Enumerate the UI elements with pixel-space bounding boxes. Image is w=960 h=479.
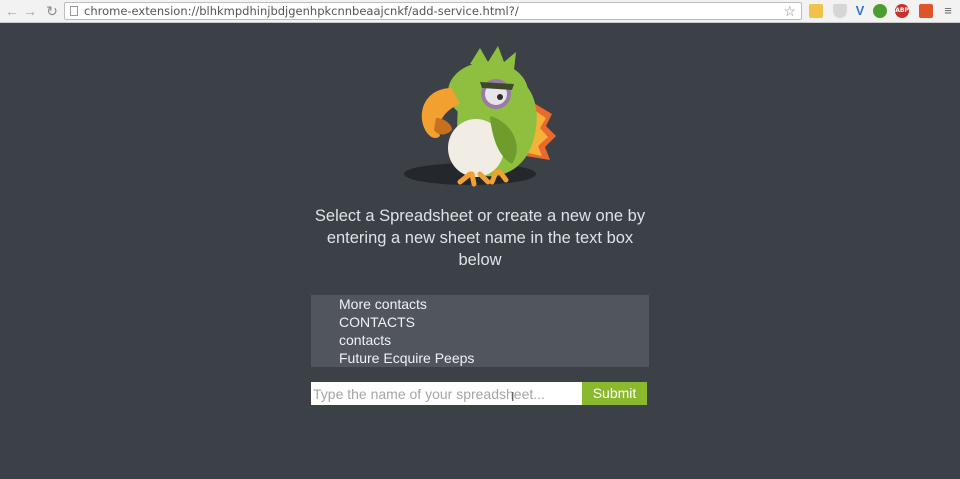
spreadsheet-option[interactable]: More contacts	[339, 295, 427, 313]
orange-extension-icon[interactable]	[919, 4, 933, 18]
text-cursor-icon: I	[511, 390, 515, 404]
folder-extension-icon[interactable]	[809, 4, 823, 18]
spreadsheet-option[interactable]: Future Ecquire Peeps	[339, 349, 474, 367]
shield-extension-icon[interactable]	[833, 4, 847, 18]
spreadsheet-option[interactable]: contacts	[339, 331, 391, 349]
parrot-mascot-icon	[404, 46, 556, 187]
instructions-text: Select a Spreadsheet or create a new one…	[314, 207, 646, 269]
back-arrow-icon[interactable]: ←	[4, 3, 20, 19]
forward-arrow-icon[interactable]: →	[22, 3, 38, 19]
bookmark-star-icon[interactable]: ☆	[783, 3, 796, 19]
bug-extension-icon[interactable]	[873, 4, 887, 18]
browser-toolbar: ← → ↻ chrome-extension://blhkmpdhinjbdjg…	[0, 0, 960, 23]
url-text[interactable]: chrome-extension://blhkmpdhinjbdjgenhpkc…	[84, 4, 519, 19]
submit-button[interactable]: Submit	[582, 382, 647, 405]
v-extension-icon[interactable]: V	[853, 4, 867, 18]
adblock-extension-icon[interactable]: ABP	[895, 4, 909, 18]
spreadsheet-option[interactable]: CONTACTS	[339, 313, 415, 331]
spreadsheet-list[interactable]: More contacts CONTACTS contacts Future E…	[311, 295, 649, 367]
spreadsheet-name-input[interactable]	[311, 382, 583, 405]
reload-icon[interactable]: ↻	[44, 3, 60, 19]
page-icon	[70, 6, 78, 16]
menu-icon[interactable]: ≡	[942, 4, 954, 18]
address-bar[interactable]: chrome-extension://blhkmpdhinjbdjgenhpkc…	[64, 2, 802, 20]
